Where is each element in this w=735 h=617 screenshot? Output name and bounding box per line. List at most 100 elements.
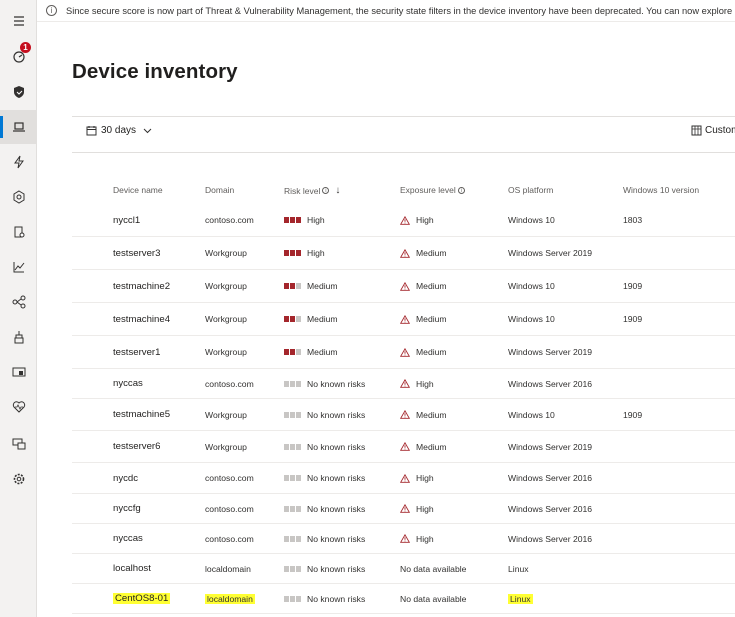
os-platform-cell: Windows Server 2016 [508,369,592,398]
device-name-cell[interactable]: nyccfg [113,494,141,523]
hexagon-icon[interactable] [0,180,37,214]
column-header-windows10-version[interactable]: Windows 10 version [623,185,699,195]
windows10-version-cell: 1909 [623,270,642,302]
os-platform-cell: Windows 10 [508,270,555,302]
table-row[interactable]: localhost localdomain No known risks No dat… [72,554,735,584]
device-name-link[interactable]: testserver6 [113,441,160,452]
table-row[interactable]: nyccas contoso.com No known risks High Windo… [72,369,735,399]
device-name-link[interactable]: nyccl1 [113,215,140,226]
device-name-cell[interactable]: testserver1 [113,336,160,368]
os-platform-value: Windows Server 2019 [508,347,593,357]
device-name-cell[interactable]: testmachine2 [113,270,170,302]
windows10-version-value: 1909 [623,281,643,291]
table-row[interactable]: testmachine4 Workgroup Medium Medium Windows… [72,303,735,336]
device-name-link[interactable]: testmachine4 [113,314,170,325]
device-name-link[interactable]: testserver3 [113,248,160,259]
shield-icon[interactable] [0,75,37,109]
os-platform-value: Windows Server 2016 [508,473,593,483]
os-platform-value: Linux [508,563,529,574]
device-name-link[interactable]: testmachine2 [113,281,170,292]
lightning-icon[interactable] [0,145,37,179]
risk-bar [296,443,301,450]
column-header-device-name[interactable]: Device name [113,185,163,195]
dashboard-gauge-icon[interactable]: 1 [0,40,37,74]
risk-bar [296,475,301,481]
os-platform-value: Windows Server 2016 [508,378,593,389]
info-icon[interactable]: i [322,187,330,194]
exposure-level-cell: High [400,524,434,553]
toolbar-divider-bottom [72,152,735,153]
table-row[interactable]: testmachine2 Workgroup Medium Medium Windows… [72,270,735,303]
laptop-icon[interactable] [0,110,37,144]
banner-text: Since secure score is now part of Threat… [66,5,735,16]
device-name-cell[interactable]: testmachine4 [113,303,170,335]
column-header-domain[interactable]: Domain [205,185,234,195]
device-name-link[interactable]: nycdc [113,473,138,484]
risk-level-bars [284,535,302,542]
windows10-version-value: 1803 [623,215,643,225]
device-name-cell[interactable]: testserver6 [113,431,160,462]
table-row[interactable]: nycdc contoso.com No known risks High Window… [72,463,735,494]
risk-level-value: Medium [307,347,338,357]
exposure-level-value: High [416,378,434,389]
warning-icon [400,473,410,483]
device-name-link[interactable]: testmachine5 [113,409,170,420]
chart-icon[interactable] [0,250,37,284]
device-name-cell[interactable]: nyccas [113,524,143,553]
table-row[interactable]: testserver3 Workgroup High Medium Windows Se… [72,237,735,270]
table-row[interactable]: testserver1 Workgroup Medium Medium Windows … [72,336,735,369]
risk-bar [284,443,289,450]
domain-value: Workgroup [205,281,247,291]
risk-level-bars [284,505,302,512]
table-row[interactable]: testmachine5 Workgroup No known risks Mediu… [72,399,735,431]
warning-icon [400,379,410,388]
device-name-link[interactable]: localhost [113,563,151,574]
computers-icon[interactable] [0,427,37,461]
risk-bar [290,283,295,289]
table-row[interactable]: nyccl1 contoso.com High High Windows 10 1803 [72,204,735,237]
device-name-link[interactable]: nyccfg [113,503,141,514]
hamburger-menu-icon[interactable] [0,4,37,38]
device-name-cell[interactable]: nyccas [113,369,143,398]
customize-columns-button[interactable]: Custom [691,125,735,136]
risk-level-value: No known risks [307,473,366,483]
device-name-cell[interactable]: nyccl1 [113,204,140,236]
device-name-link[interactable]: CentOS8-01 [113,593,171,604]
risk-level-value: No known risks [307,409,366,420]
device-name-cell[interactable]: localhost [113,554,151,583]
partners-icon[interactable] [0,285,37,319]
device-name-link[interactable]: testserver1 [113,347,160,358]
risk-bar [284,535,289,542]
report-icon[interactable] [0,215,37,249]
risk-bar [284,475,289,481]
device-name-link[interactable]: nyccas [113,378,143,389]
device-name-cell[interactable]: testserver3 [113,237,160,269]
device-name-link[interactable]: nyccas [113,533,143,544]
device-config-icon[interactable] [0,355,37,389]
column-header-risk-level[interactable]: Risk level i ↓ [284,185,340,196]
domain-value: Workgroup [205,441,247,452]
table-row[interactable]: nyccfg contoso.com No known risks High Windo… [72,494,735,524]
warning-icon [400,281,410,291]
column-header-os-platform[interactable]: OS platform [508,185,553,195]
os-platform-value: Windows 10 [508,409,555,420]
period-dropdown[interactable]: 30 days [86,125,156,136]
column-header-exposure-level[interactable]: Exposure level i [400,185,465,195]
gear-icon[interactable] [0,462,37,496]
info-icon[interactable]: i [457,186,465,194]
table-row[interactable]: nyccas contoso.com No known risks High Windo… [72,524,735,554]
domain-value: contoso.com [205,215,254,225]
table-row[interactable]: CentOS8-01 localdomain No known risks No da… [72,584,735,614]
evaluation-icon[interactable] [0,320,37,354]
risk-level-cell: Medium [284,270,338,302]
device-name-cell[interactable]: CentOS8-01 [113,584,171,613]
device-name-cell[interactable]: nycdc [113,463,138,493]
risk-level-bars [284,595,302,602]
health-icon[interactable] [0,390,37,424]
risk-level-cell: No known risks [284,399,365,430]
exposure-level-cell: No data available [400,554,466,583]
table-row[interactable]: testserver6 Workgroup No known risks Medium… [72,431,735,463]
risk-bar [290,380,295,387]
device-name-cell[interactable]: testmachine5 [113,399,170,430]
os-platform-cell: Windows Server 2016 [508,463,592,493]
